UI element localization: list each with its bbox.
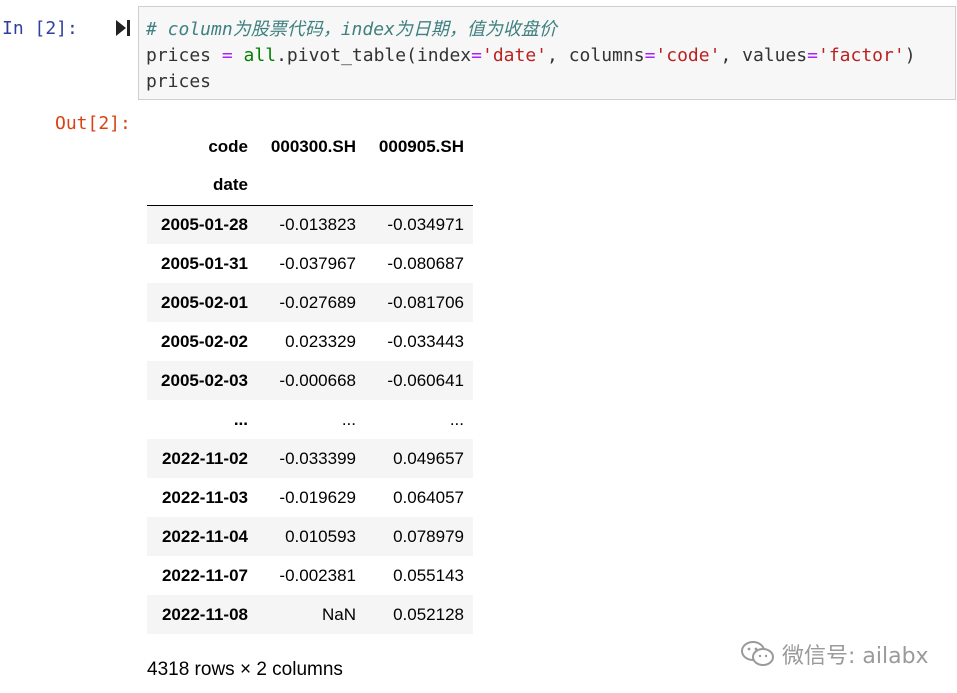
table-cell: -0.037967 [279, 253, 356, 273]
table-cell: NaN [321, 604, 356, 624]
table-cell: ... [449, 409, 464, 429]
table-cell: 0.049657 [393, 448, 464, 468]
table-cell: 0.010593 [285, 526, 356, 546]
code-token: 'code' [655, 45, 721, 66]
table-row: 2022-11-04 0.010593 0.078979 [147, 517, 473, 556]
table-row: 2005-01-28 -0.013823 -0.034971 [147, 205, 473, 244]
code-line: # column为股票代码，index为日期，值为收盘价 [146, 17, 955, 43]
table-row: ......... [147, 400, 473, 439]
table-cell: -0.034971 [387, 214, 464, 234]
code-token: # column为股票代码，index为日期，值为收盘价 [146, 19, 557, 40]
row-index-cell: 2005-02-01 [161, 292, 248, 312]
dataframe-table: code 000300.SH 000905.SH date 2005-01-28… [147, 127, 473, 634]
watermark: 微信号: ailabx [740, 638, 929, 670]
code-token: = [644, 45, 656, 66]
code-editor[interactable]: # column为股票代码，index为日期，值为收盘价 prices = all… [138, 6, 956, 100]
table-cell: -0.000668 [279, 370, 356, 390]
table-row: 2022-11-02 -0.033399 0.049657 [147, 439, 473, 478]
table-cell: -0.013823 [279, 214, 356, 234]
watermark-text: 微信号: ailabx [782, 644, 929, 669]
index-name-row: date [147, 166, 473, 206]
table-row: 2005-02-03 -0.000668 -0.060641 [147, 361, 473, 400]
table-row: 2005-02-02 0.023329 -0.033443 [147, 322, 473, 361]
row-index-cell: 2022-11-02 [161, 448, 248, 468]
code-token: 'date' [481, 45, 548, 66]
row-index-cell: ... [233, 409, 248, 429]
table-cell: ... [341, 409, 356, 429]
row-index-cell: 2022-11-04 [161, 526, 248, 546]
table-cell: -0.027689 [279, 292, 356, 312]
table-cell: -0.060641 [387, 370, 464, 390]
code-token: , columns [547, 45, 645, 66]
table-cell: -0.033443 [387, 331, 464, 351]
table-header-row: code 000300.SH 000905.SH [147, 127, 473, 166]
table-row: 2022-11-03 -0.019629 0.064057 [147, 478, 473, 517]
column-header: 000905.SH [378, 136, 464, 156]
table-cell: 0.064057 [393, 487, 464, 507]
code-token: all [243, 45, 277, 66]
table-cell: 0.078979 [393, 526, 464, 546]
code-line: prices [146, 69, 955, 95]
wechat-icon [741, 641, 774, 666]
index-name-header: date [147, 166, 257, 206]
row-index-cell: 2022-11-08 [161, 604, 248, 624]
run-cell-icon[interactable] [115, 18, 131, 38]
code-token: , values [720, 45, 808, 66]
table-cell: -0.033399 [279, 448, 356, 468]
table-cell: 0.055143 [393, 565, 464, 585]
code-line: prices = all.pivot_table(index='date', c… [146, 43, 955, 69]
table-row: 2022-11-08 NaN 0.052128 [147, 595, 473, 634]
code-token: = [471, 45, 482, 66]
code-token: = [221, 45, 233, 66]
code-token: prices [146, 45, 222, 66]
table-cell: -0.081706 [387, 292, 464, 312]
code-token: 'factor' [817, 45, 905, 66]
input-prompt: In [2]: [2, 18, 78, 39]
column-header: 000300.SH [270, 136, 356, 156]
table-row: 2005-01-31 -0.037967 -0.080687 [147, 244, 473, 283]
code-token: .pivot_table(index [276, 45, 472, 66]
table-row: 2005-02-01 -0.027689 -0.081706 [147, 283, 473, 322]
table-cell: -0.080687 [387, 253, 464, 273]
row-index-cell: 2005-01-31 [161, 253, 248, 273]
table-cell: -0.019629 [279, 487, 356, 507]
row-index-cell: 2005-02-03 [161, 370, 248, 390]
row-index-cell: 2022-11-03 [161, 487, 248, 507]
dataframe-shape: 4318 rows × 2 columns [147, 659, 343, 680]
table-cell: 0.052128 [393, 604, 464, 624]
table-cell: -0.002381 [279, 565, 356, 585]
columns-name-header: code [208, 136, 248, 156]
table-cell: 0.023329 [285, 331, 356, 351]
row-index-cell: 2005-01-28 [161, 214, 248, 234]
row-index-cell: 2005-02-02 [161, 331, 248, 351]
code-token: prices [146, 71, 212, 92]
code-token: = [807, 45, 818, 66]
code-token: ) [904, 45, 916, 66]
table-row: 2022-11-07 -0.002381 0.055143 [147, 556, 473, 595]
row-index-cell: 2022-11-07 [161, 565, 248, 585]
output-prompt: Out[2]: [55, 113, 131, 134]
